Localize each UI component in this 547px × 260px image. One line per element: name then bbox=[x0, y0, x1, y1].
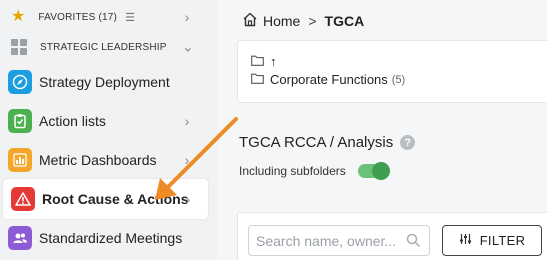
sidebar-item-root-cause-actions[interactable]: Root Cause & Actions › bbox=[3, 179, 208, 219]
subfolders-label: Including subfolders bbox=[239, 164, 346, 178]
clipboard-check-icon bbox=[8, 109, 32, 133]
folder-up-label: ↑ bbox=[270, 54, 277, 69]
search-box bbox=[248, 225, 430, 256]
folder-card: ↑ Corporate Functions (5) bbox=[237, 40, 547, 103]
help-icon[interactable]: ? bbox=[400, 135, 416, 150]
sidebar-item-label: Root Cause & Actions bbox=[42, 191, 189, 207]
sliders-icon bbox=[459, 233, 472, 248]
folder-label: Corporate Functions bbox=[270, 72, 388, 87]
breadcrumb-current: TGCA bbox=[324, 13, 365, 29]
chevron-right-icon[interactable]: › bbox=[183, 191, 193, 207]
subfolders-toggle-row: Including subfolders bbox=[239, 162, 390, 180]
filter-label: FILTER bbox=[479, 233, 526, 248]
page-title: TGCA RCCA / Analysis ? bbox=[239, 134, 416, 151]
search-input[interactable] bbox=[256, 232, 404, 249]
sidebar-item-label: Action lists bbox=[39, 113, 106, 129]
people-icon bbox=[8, 226, 32, 250]
subfolders-toggle[interactable] bbox=[357, 162, 390, 180]
chevron-right-icon[interactable]: › bbox=[182, 113, 192, 129]
sidebar-item-action-lists[interactable]: Action lists › bbox=[0, 101, 210, 141]
folder-icon bbox=[251, 54, 264, 69]
sidebar-favorites[interactable]: ★ FAVORITES (17) ☰ › bbox=[0, 0, 210, 34]
sidebar-item-label: Strategy Deployment bbox=[39, 74, 170, 90]
breadcrumb-separator: > bbox=[308, 13, 317, 29]
chevron-right-icon[interactable]: › bbox=[182, 9, 192, 25]
home-icon[interactable] bbox=[242, 12, 258, 30]
main-content: Home > TGCA ↑ Corporate Functions (5) TG… bbox=[218, 0, 547, 260]
sidebar-strategic-leadership[interactable]: STRATEGIC LEADERSHIP ⌄ bbox=[0, 30, 210, 64]
filter-card: FILTER bbox=[237, 212, 547, 260]
folder-corporate-functions[interactable]: Corporate Functions (5) bbox=[251, 72, 405, 87]
sidebar-item-strategy-deployment[interactable]: Strategy Deployment bbox=[0, 62, 210, 102]
toggle-knob bbox=[371, 162, 390, 180]
strategic-label: STRATEGIC LEADERSHIP bbox=[40, 41, 167, 53]
folder-icon bbox=[251, 72, 264, 87]
sidebar-item-metric-dashboards[interactable]: Metric Dashboards › bbox=[0, 140, 210, 180]
star-icon: ★ bbox=[11, 8, 26, 25]
sidebar-item-label: Standardized Meetings bbox=[39, 230, 183, 246]
favorites-label: FAVORITES (17) bbox=[38, 11, 118, 23]
grid-icon bbox=[11, 39, 27, 55]
filter-button[interactable]: FILTER bbox=[442, 225, 542, 256]
breadcrumb-home[interactable]: Home bbox=[263, 13, 300, 29]
folder-count: (5) bbox=[391, 73, 406, 86]
bar-chart-icon bbox=[8, 148, 32, 172]
sidebar-item-standardized-meetings[interactable]: Standardized Meetings bbox=[0, 218, 210, 258]
chevron-right-icon[interactable]: › bbox=[182, 152, 192, 168]
warning-icon bbox=[11, 187, 35, 211]
search-icon[interactable] bbox=[406, 233, 421, 253]
sidebar: ★ FAVORITES (17) ☰ › STRATEGIC LEADERSHI… bbox=[0, 0, 218, 260]
compass-icon bbox=[8, 70, 32, 94]
chevron-down-icon[interactable]: ⌄ bbox=[182, 39, 194, 56]
list-icon[interactable]: ☰ bbox=[125, 11, 135, 24]
breadcrumb: Home > TGCA bbox=[242, 12, 364, 30]
folder-up[interactable]: ↑ bbox=[251, 54, 277, 69]
sidebar-item-label: Metric Dashboards bbox=[39, 152, 157, 168]
page-title-text: TGCA RCCA / Analysis bbox=[239, 134, 394, 151]
